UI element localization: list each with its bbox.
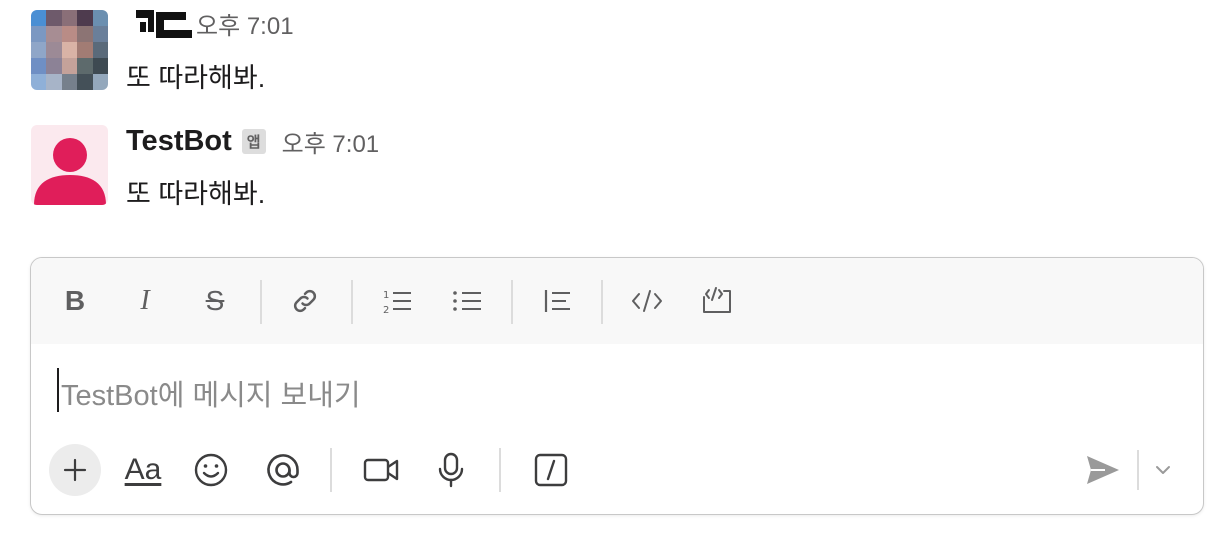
- italic-button[interactable]: I: [123, 279, 167, 323]
- code-button[interactable]: [625, 279, 669, 323]
- message-text: 또 따라해봐.: [126, 179, 266, 209]
- attach-button[interactable]: [49, 444, 101, 496]
- slash-command-icon: [534, 453, 568, 487]
- toolbar-divider: [260, 280, 262, 324]
- mention-button[interactable]: [257, 444, 309, 496]
- strikethrough-button[interactable]: S: [193, 279, 237, 323]
- toolbar-divider: [499, 448, 501, 492]
- emoji-button[interactable]: [185, 444, 237, 496]
- message-time[interactable]: 오후 7:01: [196, 6, 294, 41]
- strikethrough-icon: S: [205, 285, 225, 316]
- emoji-icon: [194, 453, 228, 487]
- bold-button[interactable]: B: [53, 279, 97, 323]
- bot-avatar[interactable]: [31, 125, 108, 205]
- send-options-button[interactable]: [1139, 444, 1187, 496]
- bulleted-list-button[interactable]: [445, 279, 489, 323]
- ordered-list-button[interactable]: 1 2: [375, 279, 419, 323]
- svg-text:2: 2: [383, 305, 389, 316]
- redacted-user-name[interactable]: [126, 9, 192, 38]
- format-toggle-button[interactable]: Aa: [117, 444, 169, 496]
- chevron-down-icon: [1156, 466, 1170, 474]
- code-block-button[interactable]: [695, 279, 739, 323]
- text-format-icon: Aa: [124, 453, 162, 486]
- send-icon: [1087, 456, 1119, 484]
- message-composer: B I S 1 2 TestBot에 메시지 보내기 Aa: [30, 257, 1204, 515]
- message-input-placeholder: TestBot에 메시지 보내기: [61, 380, 361, 412]
- message-text: 또 따라해봐.: [126, 63, 266, 93]
- send-button[interactable]: [1077, 444, 1129, 496]
- link-button[interactable]: [283, 279, 327, 323]
- code-block-icon: [703, 287, 731, 313]
- user-avatar[interactable]: [31, 10, 108, 90]
- blockquote-button[interactable]: [535, 279, 579, 323]
- blockquote-icon: [544, 290, 570, 312]
- bulleted-list-icon: [453, 291, 481, 311]
- toolbar-divider: [330, 448, 332, 492]
- bot-name[interactable]: TestBot: [126, 125, 232, 158]
- microphone-icon: [438, 452, 464, 488]
- app-badge: 앱: [241, 129, 266, 154]
- person-icon: [34, 138, 106, 205]
- audio-clip-button[interactable]: [425, 444, 477, 496]
- video-camera-icon: [363, 458, 399, 482]
- toolbar-divider: [601, 280, 603, 324]
- svg-text:1: 1: [383, 290, 389, 301]
- shortcuts-button[interactable]: [525, 444, 577, 496]
- text-caret: [57, 368, 59, 412]
- ordered-list-icon: 1 2: [383, 290, 411, 316]
- message-input[interactable]: TestBot에 메시지 보내기: [57, 366, 1177, 412]
- code-icon: [632, 290, 662, 312]
- plus-icon: [63, 458, 87, 482]
- toolbar-divider: [351, 280, 353, 324]
- link-icon: [293, 289, 317, 313]
- toolbar-divider: [511, 280, 513, 324]
- at-sign-icon: [267, 454, 299, 486]
- message-time[interactable]: 오후 7:01: [282, 124, 380, 159]
- italic-icon: I: [140, 285, 150, 316]
- message-1: 오후 7:01 또 따라해봐.: [0, 0, 1228, 110]
- video-clip-button[interactable]: [355, 444, 407, 496]
- bold-icon: B: [64, 285, 86, 316]
- formatting-toolbar: B I S 1 2: [31, 258, 1203, 344]
